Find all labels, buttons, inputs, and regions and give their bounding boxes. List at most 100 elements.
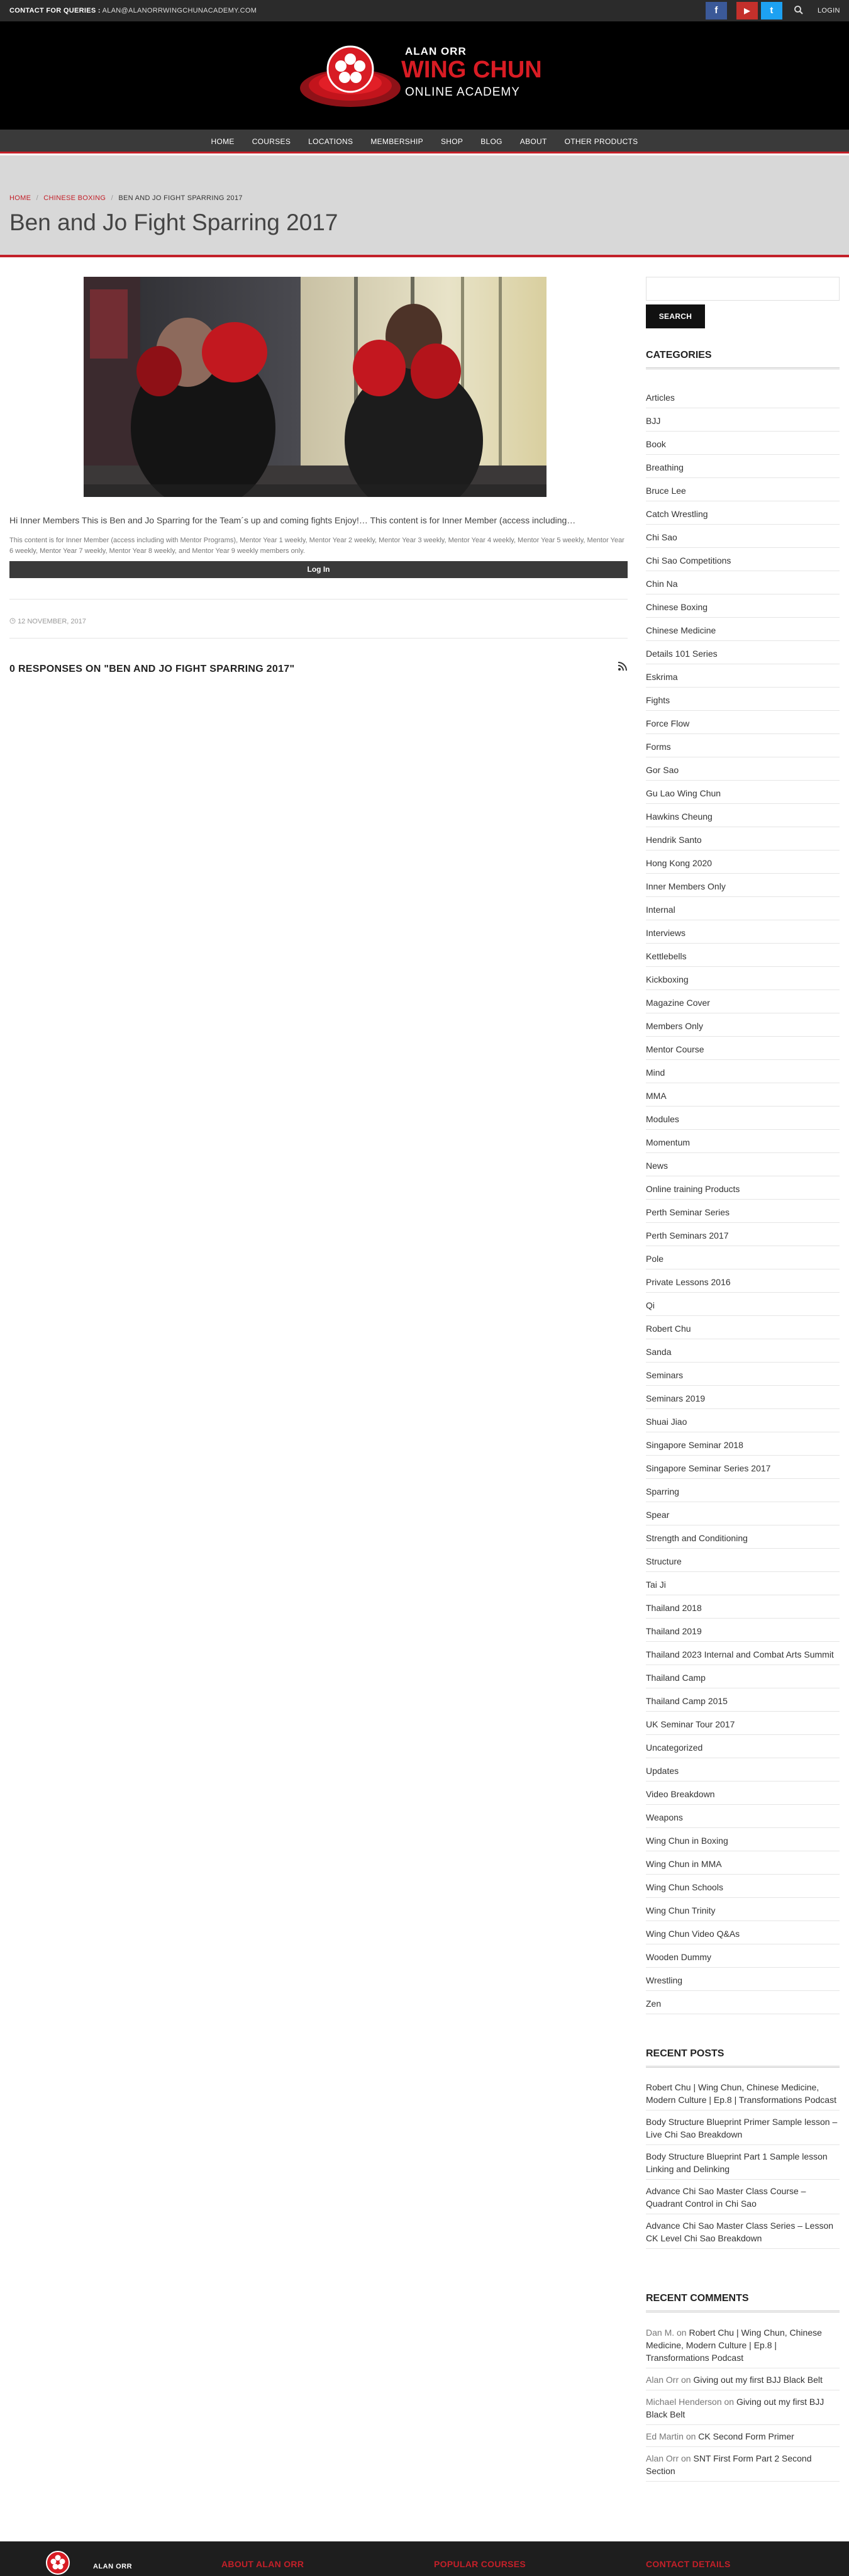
category-link[interactable]: Private Lessons 2016 [646, 1269, 840, 1293]
recent-post-link[interactable]: Advance Chi Sao Master Class Course – Qu… [646, 2180, 840, 2214]
recent-post-link[interactable]: Advance Chi Sao Master Class Series – Le… [646, 2214, 840, 2249]
category-link[interactable]: Qi [646, 1293, 840, 1316]
recent-post-link[interactable]: Body Structure Blueprint Part 1 Sample l… [646, 2145, 840, 2180]
category-link[interactable]: Spear [646, 1502, 840, 1525]
category-link[interactable]: Hendrik Santo [646, 827, 840, 850]
category-link[interactable]: Updates [646, 1758, 840, 1781]
footer-logo-icon[interactable] [44, 2549, 72, 2576]
category-link[interactable]: Video Breakdown [646, 1781, 840, 1805]
category-link[interactable]: Online training Products [646, 1176, 840, 1200]
nav-item[interactable]: OTHER PRODUCTS [556, 130, 647, 153]
youtube-icon[interactable]: ▶ [736, 2, 758, 20]
category-link[interactable]: Magazine Cover [646, 990, 840, 1013]
category-link[interactable]: Eskrima [646, 664, 840, 688]
log-in-button[interactable]: Log In [9, 561, 628, 578]
category-link[interactable]: Articles [646, 385, 840, 408]
twitter-icon[interactable]: t [761, 2, 782, 20]
category-link[interactable]: Seminars 2019 [646, 1386, 840, 1409]
category-link[interactable]: Wing Chun Schools [646, 1875, 840, 1898]
comment-post-link[interactable]: CK Second Form Primer [698, 2431, 794, 2441]
category-link[interactable]: Wing Chun Trinity [646, 1898, 840, 1921]
breadcrumb-home[interactable]: HOME [9, 194, 31, 202]
category-link[interactable]: Chinese Medicine [646, 618, 840, 641]
category-link[interactable]: Hong Kong 2020 [646, 850, 840, 874]
category-link[interactable]: Forms [646, 734, 840, 757]
category-link[interactable]: Chinese Boxing [646, 594, 840, 618]
category-link[interactable]: Wrestling [646, 1968, 840, 1991]
category-link[interactable]: Chi Sao Competitions [646, 548, 840, 571]
nav-item[interactable]: ABOUT [511, 130, 556, 153]
category-link[interactable]: Internal [646, 897, 840, 920]
breadcrumb-category[interactable]: CHINESE BOXING [43, 194, 106, 202]
category-link[interactable]: Singapore Seminar 2018 [646, 1432, 840, 1456]
nav-item[interactable]: LOCATIONS [299, 130, 362, 153]
category-link[interactable]: Wing Chun in Boxing [646, 1828, 840, 1851]
category-link[interactable]: Zen [646, 1991, 840, 2014]
category-link[interactable]: Thailand 2018 [646, 1595, 840, 1619]
category-link[interactable]: Kettlebells [646, 944, 840, 967]
contact-email-link[interactable]: ALAN@ALANORRWINGCHUNACADEMY.COM [103, 7, 257, 14]
category-link[interactable]: Mind [646, 1060, 840, 1083]
category-link[interactable]: Details 101 Series [646, 641, 840, 664]
category-link[interactable]: Structure [646, 1549, 840, 1572]
category-link[interactable]: Catch Wrestling [646, 501, 840, 525]
nav-item[interactable]: HOME [203, 130, 243, 153]
category-link[interactable]: Wooden Dummy [646, 1944, 840, 1968]
category-link[interactable]: Kickboxing [646, 967, 840, 990]
nav-item[interactable]: SHOP [432, 130, 472, 153]
search-icon[interactable] [794, 5, 804, 15]
category-link[interactable]: Bruce Lee [646, 478, 840, 501]
nav-item[interactable]: BLOG [472, 130, 511, 153]
recent-post-link[interactable]: Body Structure Blueprint Primer Sample l… [646, 2110, 840, 2145]
featured-video-thumbnail[interactable] [84, 277, 547, 497]
category-link[interactable]: Perth Seminar Series [646, 1200, 840, 1223]
category-link[interactable]: Sparring [646, 1479, 840, 1502]
category-link[interactable]: UK Seminar Tour 2017 [646, 1712, 840, 1735]
category-link[interactable]: Sanda [646, 1339, 840, 1363]
login-link[interactable]: LOGIN [818, 7, 840, 14]
comment-post-link[interactable]: Giving out my first BJJ Black Belt [693, 2375, 822, 2385]
category-link[interactable]: Chi Sao [646, 525, 840, 548]
category-link[interactable]: Interviews [646, 920, 840, 944]
category-link[interactable]: News [646, 1153, 840, 1176]
category-link[interactable]: Book [646, 432, 840, 455]
category-link[interactable]: Chin Na [646, 571, 840, 594]
nav-item[interactable]: COURSES [243, 130, 299, 153]
category-link[interactable]: Members Only [646, 1013, 840, 1037]
recent-post-link[interactable]: Robert Chu | Wing Chun, Chinese Medicine… [646, 2076, 840, 2110]
category-link[interactable]: Breathing [646, 455, 840, 478]
category-link[interactable]: Singapore Seminar Series 2017 [646, 1456, 840, 1479]
sidebar-search-input[interactable] [646, 277, 840, 301]
facebook-icon[interactable]: f [706, 2, 727, 20]
category-link[interactable]: Thailand 2023 Internal and Combat Arts S… [646, 1642, 840, 1665]
sidebar-search-button[interactable]: SEARCH [646, 304, 705, 328]
category-link[interactable]: Robert Chu [646, 1316, 840, 1339]
rss-icon[interactable] [618, 661, 628, 671]
site-logo[interactable]: ALAN ORR WING CHUN ONLINE ACADEMY [297, 39, 555, 109]
category-link[interactable]: Wing Chun Video Q&As [646, 1921, 840, 1944]
category-link[interactable]: Modules [646, 1107, 840, 1130]
category-link[interactable]: Seminars [646, 1363, 840, 1386]
category-link[interactable]: Uncategorized [646, 1735, 840, 1758]
category-link[interactable]: Gu Lao Wing Chun [646, 781, 840, 804]
category-link[interactable]: Weapons [646, 1805, 840, 1828]
category-link[interactable]: Hawkins Cheung [646, 804, 840, 827]
category-link[interactable]: Gor Sao [646, 757, 840, 781]
category-link[interactable]: Fights [646, 688, 840, 711]
category-link[interactable]: Strength and Conditioning [646, 1525, 840, 1549]
category-link[interactable]: Pole [646, 1246, 840, 1269]
category-link[interactable]: Thailand 2019 [646, 1619, 840, 1642]
category-link[interactable]: Thailand Camp [646, 1665, 840, 1688]
category-link[interactable]: Thailand Camp 2015 [646, 1688, 840, 1712]
category-link[interactable]: Inner Members Only [646, 874, 840, 897]
category-link[interactable]: Shuai Jiao [646, 1409, 840, 1432]
category-link[interactable]: MMA [646, 1083, 840, 1107]
category-link[interactable]: Tai Ji [646, 1572, 840, 1595]
category-link[interactable]: Wing Chun in MMA [646, 1851, 840, 1875]
category-link[interactable]: Perth Seminars 2017 [646, 1223, 840, 1246]
category-link[interactable]: Momentum [646, 1130, 840, 1153]
category-link[interactable]: Mentor Course [646, 1037, 840, 1060]
nav-item[interactable]: MEMBERSHIP [362, 130, 432, 153]
category-link[interactable]: Force Flow [646, 711, 840, 734]
category-link[interactable]: BJJ [646, 408, 840, 432]
